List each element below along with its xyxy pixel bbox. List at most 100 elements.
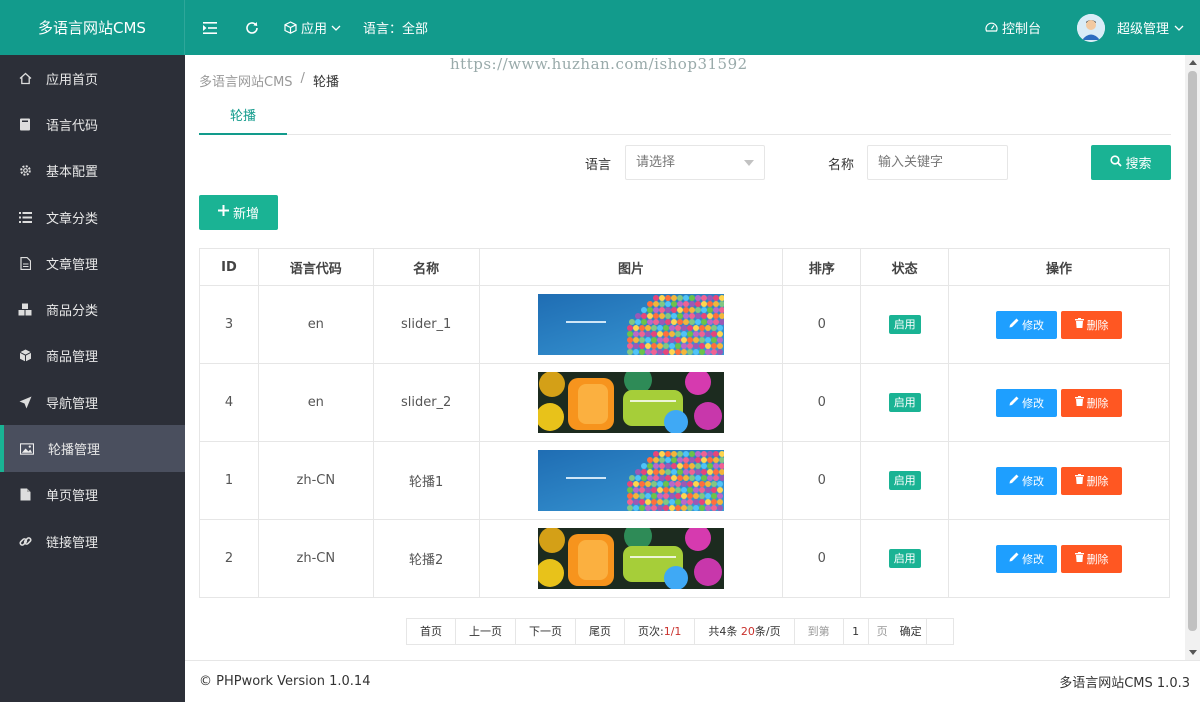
sidebar-item-label: 应用首页 (46, 72, 99, 88)
plus-icon (217, 205, 229, 220)
sidebar-toggle-button[interactable] (185, 0, 231, 55)
pencil-icon (1009, 474, 1019, 487)
pencil-icon (1009, 552, 1019, 565)
breadcrumb-root[interactable]: 多语言网站CMS (199, 71, 293, 90)
edit-button[interactable]: 修改 (996, 466, 1058, 495)
edit-button-label: 修改 (1022, 552, 1045, 566)
cell-status: 启用 (860, 519, 950, 598)
app-logo[interactable]: 多语言网站CMS (0, 0, 185, 55)
column-header-name: 名称 (372, 248, 480, 286)
sidebar-item-basic-config[interactable]: 基本配置 (0, 148, 185, 194)
header-nav: 应用 语言：全部 (185, 0, 439, 55)
user-avatar[interactable] (1076, 13, 1105, 42)
caret-down-icon (744, 160, 754, 166)
sidebar: 应用首页 语言代码 基本配置 文章分类 文章管理 商品分类 商品管理 导航管理 … (0, 55, 185, 702)
page-first-link[interactable]: 首页 (407, 619, 456, 644)
sidebar-item-product-manage[interactable]: 商品管理 (0, 333, 185, 379)
list-icon (18, 210, 32, 224)
image-icon (20, 442, 34, 456)
file-icon (18, 256, 32, 270)
status-badge[interactable]: 启用 (888, 315, 921, 334)
goto-page-input[interactable]: 1 (842, 619, 869, 644)
sidebar-item-article-category[interactable]: 文章分类 (0, 194, 185, 240)
sidebar-item-product-category[interactable]: 商品分类 (0, 286, 185, 332)
sidebar-item-label: 基本配置 (46, 165, 99, 181)
edit-button[interactable]: 修改 (996, 544, 1058, 573)
trash-icon (1074, 552, 1084, 565)
status-badge[interactable]: 启用 (888, 393, 921, 412)
cell-name: slider_1 (372, 285, 480, 364)
sidebar-item-article-manage[interactable]: 文章管理 (0, 240, 185, 286)
cell-id: 4 (199, 363, 259, 442)
watermark-text: https://www.huzhan.com/ishop31592 (450, 55, 748, 73)
delete-button[interactable]: 删除 (1061, 466, 1123, 495)
cell-actions: 修改 删除 (948, 441, 1170, 520)
cell-sort: 0 (782, 441, 862, 520)
sidebar-item-home[interactable]: 应用首页 (0, 55, 185, 101)
table-header-row: ID 语言代码 名称 图片 排序 状态 操作 (199, 248, 1170, 286)
status-badge[interactable]: 启用 (888, 549, 921, 568)
column-header-sort: 排序 (782, 248, 862, 286)
vertical-scrollbar[interactable] (1185, 55, 1200, 660)
sidebar-item-nav-manage[interactable]: 导航管理 (0, 379, 185, 425)
app-menu-dropdown[interactable]: 应用 (273, 0, 352, 55)
delete-button[interactable]: 删除 (1061, 544, 1123, 573)
page-icon (18, 488, 32, 502)
name-search-input[interactable] (867, 145, 1008, 180)
add-button-label: 新增 (232, 207, 259, 222)
cell-name: 轮播1 (372, 441, 480, 520)
goto-label: 到第 (807, 625, 830, 638)
slider-thumbnail[interactable] (480, 528, 783, 589)
cell-name: 轮播2 (372, 519, 480, 598)
sidebar-item-slider-manage[interactable]: 轮播管理 (0, 425, 185, 472)
refresh-button[interactable] (231, 0, 273, 55)
cell-actions: 修改 删除 (948, 363, 1170, 442)
dashboard-link[interactable]: 控制台 (974, 0, 1077, 55)
sidebar-item-label: 链接管理 (46, 535, 99, 551)
scrollbar-thumb[interactable] (1188, 71, 1197, 631)
top-header: 多语言网站CMS 应用 语言：全部 控制台 超级管理 (0, 0, 1200, 55)
edit-button[interactable]: 修改 (996, 388, 1058, 417)
dashboard-label: 控制台 (1001, 22, 1041, 37)
cube-icon (18, 349, 32, 363)
tab-slider[interactable]: 轮播 (199, 99, 287, 135)
sidebar-item-link-manage[interactable]: 链接管理 (0, 518, 185, 564)
slider-thumbnail[interactable] (480, 294, 783, 355)
slider-thumbnail[interactable] (480, 372, 783, 433)
page-last-link[interactable]: 尾页 (576, 619, 625, 644)
cell-actions: 修改 删除 (948, 519, 1170, 598)
add-slider-button[interactable]: 新增 (199, 195, 278, 230)
cell-image (478, 285, 784, 364)
sidebar-item-lang-code[interactable]: 语言代码 (0, 101, 185, 147)
user-menu-dropdown[interactable]: 超级管理 (1117, 0, 1184, 55)
cell-sort: 0 (782, 519, 862, 598)
page-next-link[interactable]: 下一页 (516, 619, 576, 644)
sidebar-item-page-manage[interactable]: 单页管理 (0, 472, 185, 518)
main-content: 多语言网站CMS / 轮播 https://www.huzhan.com/ish… (185, 55, 1185, 660)
pager-spacer (927, 619, 953, 644)
scroll-up-icon[interactable] (1189, 60, 1197, 65)
status-badge[interactable]: 启用 (888, 471, 921, 490)
delete-button[interactable]: 删除 (1061, 388, 1123, 417)
search-button[interactable]: 搜索 (1091, 145, 1171, 180)
edit-button-label: 修改 (1022, 474, 1045, 488)
scroll-down-icon[interactable] (1189, 650, 1197, 655)
sidebar-item-label: 导航管理 (46, 396, 99, 412)
column-header-actions: 操作 (948, 248, 1170, 286)
slider-thumbnail[interactable] (480, 450, 783, 511)
pencil-icon (1009, 396, 1019, 409)
language-filter-display[interactable]: 语言：全部 (352, 0, 439, 55)
trash-icon (1074, 318, 1084, 331)
search-icon (1110, 154, 1123, 171)
language-select[interactable]: 请选择 (625, 145, 765, 180)
cell-image (478, 363, 784, 442)
trash-icon (1074, 474, 1084, 487)
page-prev-link[interactable]: 上一页 (456, 619, 516, 644)
language-filter-label: 语言 (585, 158, 612, 173)
delete-button[interactable]: 删除 (1061, 310, 1123, 339)
cubes-icon (18, 303, 32, 317)
goto-confirm-button[interactable]: 确定 (895, 619, 927, 644)
total-info: 共4条 20条/页 (695, 619, 795, 644)
edit-button[interactable]: 修改 (996, 310, 1058, 339)
page-info-prefix: 页次: (638, 625, 664, 638)
